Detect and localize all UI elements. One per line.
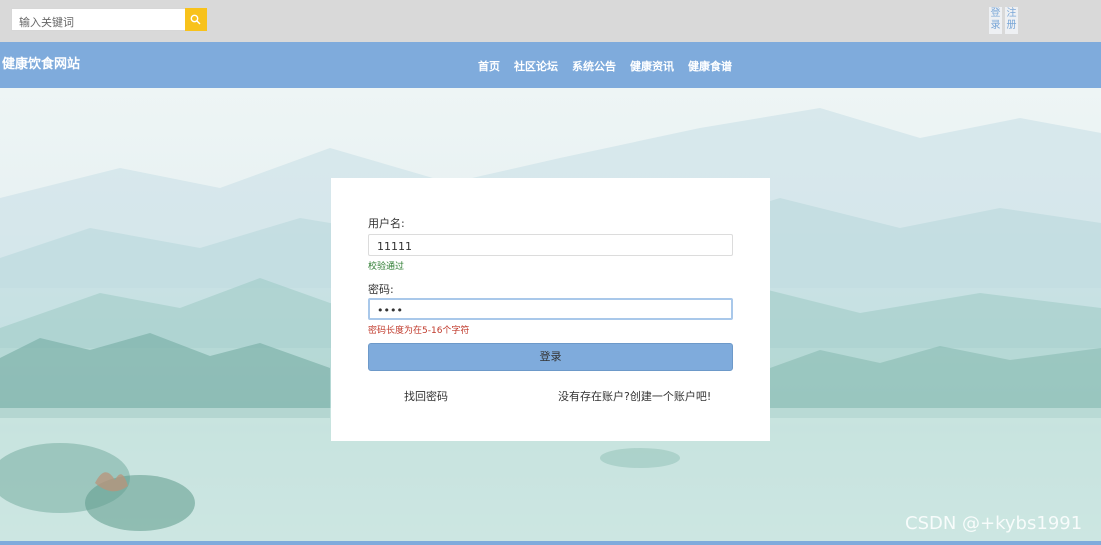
csdn-watermark: CSDN @+kybs1991: [905, 513, 1083, 534]
nav-item-recipes[interactable]: 健康食谱: [688, 58, 732, 74]
site-title: 健康饮食网站: [2, 57, 81, 72]
nav-item-health-news[interactable]: 健康资讯: [630, 58, 674, 74]
nav-item-forum[interactable]: 社区论坛: [514, 58, 558, 74]
login-link-button[interactable]: 登录: [989, 7, 1002, 34]
register-link-button[interactable]: 注册: [1005, 7, 1018, 34]
main-navbar: 健康饮食网站 首页 社区论坛 系统公告 健康资讯 健康食谱: [0, 42, 1101, 88]
forgot-password-link[interactable]: 找回密码: [404, 388, 448, 404]
top-bar: 输入关键词 登录 注册: [0, 0, 1101, 42]
search-button[interactable]: [185, 8, 207, 31]
bottom-bar: [0, 541, 1101, 545]
username-validation-message: 校验通过: [368, 262, 405, 272]
password-field[interactable]: ••••: [368, 298, 733, 320]
search-input[interactable]: 输入关键词: [11, 8, 185, 31]
create-account-link[interactable]: 没有存在账户?创建一个账户吧!: [558, 388, 711, 404]
login-card: 用户名: 11111 校验通过 密码: •••• 密码长度为在5-16个字符 登…: [331, 178, 770, 441]
username-field[interactable]: 11111: [368, 234, 733, 256]
nav-item-announcements[interactable]: 系统公告: [572, 58, 616, 74]
login-submit-button[interactable]: 登录: [368, 343, 733, 371]
search-icon: [190, 14, 201, 25]
password-validation-message: 密码长度为在5-16个字符: [368, 326, 470, 336]
nav-menu: 首页 社区论坛 系统公告 健康资讯 健康食谱: [478, 58, 746, 74]
username-label: 用户名:: [368, 217, 405, 230]
nav-item-home[interactable]: 首页: [478, 58, 500, 74]
password-label: 密码:: [368, 283, 394, 296]
